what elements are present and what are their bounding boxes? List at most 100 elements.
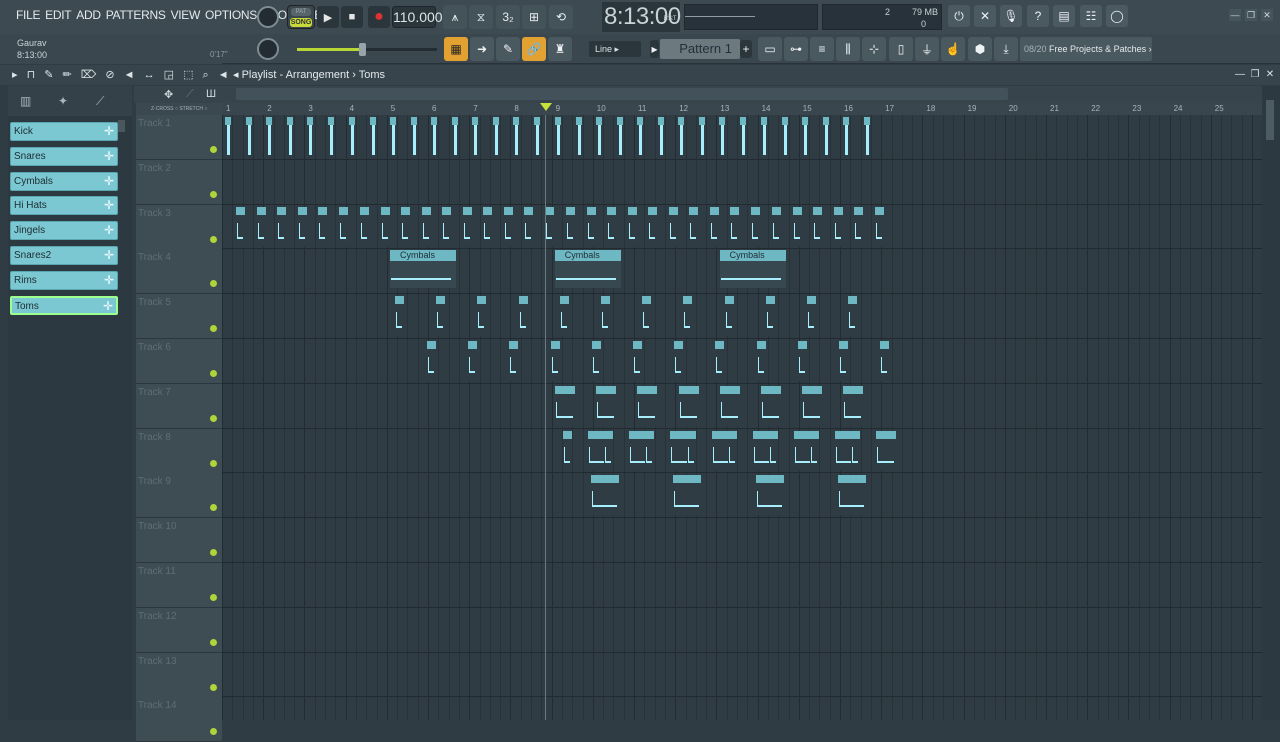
pattern-clip[interactable] <box>380 206 390 247</box>
mixer-icon[interactable]: ☷ <box>1080 5 1102 27</box>
playlist-tools[interactable]: ▸ ⊓ ✎ ✏ ⌦ ⊘ ◄ ↔ ◲ ⬚ ⌕ ◄ <box>12 68 232 82</box>
pattern-clip[interactable] <box>864 117 870 157</box>
pattern-clip[interactable] <box>604 430 614 471</box>
track-header[interactable]: Track 9 <box>136 473 222 519</box>
touch-icon[interactable]: ☝ <box>941 37 965 61</box>
step-edit-icon[interactable]: ⊞ <box>522 5 546 29</box>
record-button[interactable]: ● <box>368 6 390 28</box>
pattern-clip[interactable] <box>769 430 778 471</box>
link-icon[interactable]: 🔗 <box>522 37 546 61</box>
pattern-clip[interactable] <box>765 296 775 337</box>
pattern-clip[interactable] <box>348 117 355 157</box>
piano-roll-view-icon[interactable]: ≡ <box>810 37 834 61</box>
pattern-clip[interactable] <box>504 206 514 247</box>
track-mute-icon[interactable] <box>210 594 217 601</box>
pattern-clip[interactable] <box>513 117 520 157</box>
picker-item-toms[interactable]: Toms ✛ <box>10 295 118 315</box>
pattern-clip[interactable] <box>880 341 890 381</box>
zoom-icon[interactable]: ✥ <box>164 88 173 101</box>
track-header[interactable]: Track 7 <box>136 383 222 429</box>
pattern-clip[interactable] <box>822 117 829 157</box>
picker-audio-icon[interactable]: ✦ <box>58 94 68 108</box>
plugin-picker-icon[interactable]: ⊹ <box>862 37 886 61</box>
track-mute-icon[interactable] <box>210 683 217 691</box>
pattern-clip[interactable] <box>339 206 349 247</box>
pattern-clip[interactable] <box>730 206 740 247</box>
pattern-clip[interactable] <box>801 117 808 157</box>
pattern-clip[interactable] <box>596 385 617 426</box>
power-icon[interactable]: ⏻ <box>948 5 970 27</box>
pattern-clip[interactable] <box>328 117 335 157</box>
pattern-clip[interactable] <box>637 385 658 426</box>
picker-item-snares2[interactable]: Snares2 ✛ <box>10 246 118 265</box>
track-header[interactable]: Track 11 <box>136 563 222 608</box>
pattern-clip[interactable] <box>876 430 897 471</box>
track-header[interactable]: Track 12 <box>136 607 222 653</box>
track-header[interactable]: Track 2 <box>136 159 222 205</box>
pattern-clip[interactable] <box>591 341 601 381</box>
pattern-clip[interactable] <box>559 296 569 337</box>
pattern-clip[interactable] <box>637 117 643 157</box>
pattern-clip[interactable] <box>554 117 561 157</box>
track-header[interactable]: Track 8 <box>136 428 222 474</box>
pattern-clip[interactable] <box>761 385 781 426</box>
pattern-clip[interactable] <box>468 341 478 381</box>
track-header[interactable]: Track 10 <box>136 518 222 564</box>
countdown-icon[interactable]: 3₂ <box>496 5 520 29</box>
picker-item-cymbals[interactable]: Cymbals ✛ <box>10 171 118 191</box>
pattern-clip[interactable] <box>843 385 864 426</box>
pattern-clip[interactable] <box>493 117 500 157</box>
pattern-clip[interactable] <box>410 117 417 157</box>
playlist-icon[interactable]: ▭ <box>758 37 782 61</box>
pattern-clip[interactable] <box>727 430 737 471</box>
pl-minimize-icon[interactable]: — <box>1234 69 1246 81</box>
pattern-clip[interactable] <box>436 296 446 337</box>
pattern-clip[interactable] <box>389 117 396 157</box>
vertical-scrollbar[interactable] <box>1262 86 1280 720</box>
tempo-display[interactable]: 110.000 <box>392 6 443 28</box>
pattern-clip[interactable] <box>595 117 602 157</box>
track-header[interactable]: Track 6 <box>136 339 222 384</box>
horizontal-scrollbar[interactable] <box>222 86 1262 103</box>
pattern-clip[interactable] <box>246 117 252 157</box>
pattern-prev-icon[interactable]: ▸ <box>650 40 659 58</box>
pattern-clip[interactable] <box>848 296 858 337</box>
track-mute-icon[interactable] <box>210 638 217 646</box>
chat-icon[interactable]: ◯ <box>1106 5 1128 27</box>
pattern-clip[interactable] <box>298 206 308 247</box>
track-mute-icon[interactable] <box>210 504 217 512</box>
track-header[interactable]: Track 5 <box>136 294 222 340</box>
pattern-select[interactable]: Pattern 1 <box>660 39 740 59</box>
pattern-clip[interactable] <box>236 206 245 247</box>
pattern-clip-cymbals[interactable]: Cymbals <box>719 250 786 289</box>
menu-file[interactable]: FILE <box>16 8 40 22</box>
pattern-clip[interactable] <box>642 296 652 337</box>
pattern-clip[interactable] <box>797 341 807 381</box>
pattern-clip[interactable] <box>563 430 572 471</box>
pattern-clip[interactable] <box>719 117 726 157</box>
add-pattern-icon[interactable]: + <box>740 40 752 58</box>
pattern-clip[interactable] <box>534 117 541 157</box>
track-mute-icon[interactable] <box>210 146 217 153</box>
track-mute-icon[interactable] <box>210 190 217 198</box>
pattern-clip[interactable] <box>452 117 458 157</box>
pattern-clip[interactable] <box>427 341 436 381</box>
pattern-clip[interactable] <box>756 341 766 381</box>
track-header[interactable]: Track 3 <box>136 204 222 250</box>
maximize-icon[interactable]: ❐ <box>1245 9 1257 21</box>
playlist-grid[interactable]: Cymbals Cymbals Cymbals <box>222 115 1262 720</box>
master-volume-knob[interactable] <box>257 38 279 60</box>
pattern-clip[interactable] <box>710 206 720 247</box>
pattern-clip[interactable] <box>645 430 655 471</box>
menu-edit[interactable]: EDIT <box>45 8 71 22</box>
pattern-clip[interactable] <box>699 117 706 157</box>
track-mute-icon[interactable] <box>210 459 217 467</box>
pattern-clip[interactable] <box>225 117 231 157</box>
slide-icon[interactable]: ⟋ <box>186 88 194 101</box>
play-button[interactable]: ▶ <box>317 6 339 28</box>
microphone-icon[interactable]: 🎙 <box>1000 5 1022 27</box>
pattern-clip[interactable] <box>812 206 822 247</box>
pattern-clip[interactable] <box>715 341 725 381</box>
pattern-clip[interactable] <box>463 206 472 247</box>
pattern-clip[interactable] <box>683 296 693 337</box>
